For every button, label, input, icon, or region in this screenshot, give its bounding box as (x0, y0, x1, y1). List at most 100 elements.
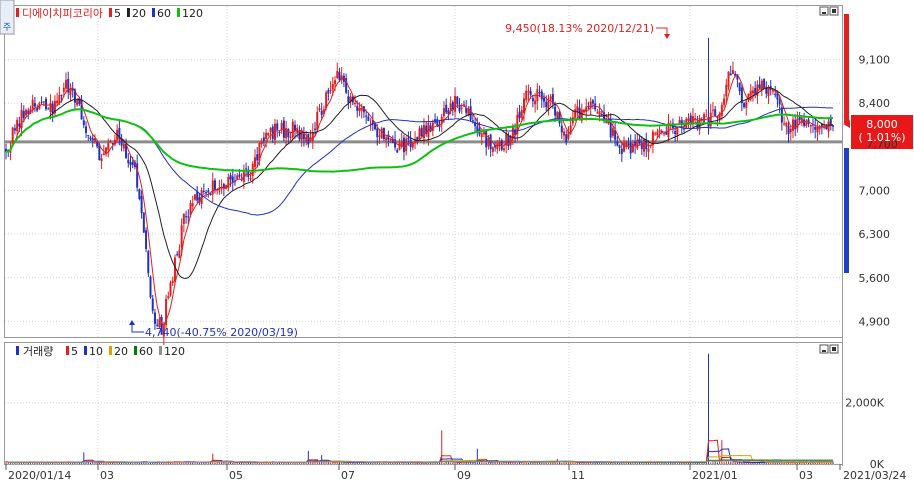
candle-body (131, 162, 134, 165)
candle-body (327, 90, 330, 94)
date-tick-label: 2021/03/24 (843, 469, 906, 481)
candle-body (663, 133, 666, 135)
candle-body (703, 114, 706, 123)
legend-swatch-20 (126, 8, 130, 17)
candle-body (791, 119, 794, 131)
candle-body (725, 84, 728, 97)
candle-body (276, 123, 279, 130)
candle-body (294, 124, 297, 131)
candle-body (407, 137, 410, 140)
legend-label-5: 5 (114, 7, 121, 20)
price-legend-swatch (16, 8, 19, 17)
candle-body (329, 89, 332, 91)
candle-body (40, 101, 43, 103)
candle-body (89, 137, 92, 140)
candle-body (256, 154, 259, 161)
candle-body (42, 101, 45, 103)
candle-body (696, 121, 699, 128)
candle-body (723, 98, 726, 106)
candle-body (102, 153, 105, 156)
candle-body (574, 109, 577, 118)
date-tick-label: 2020/01/14 (8, 469, 71, 481)
candle-body (140, 196, 143, 214)
candle-body (302, 134, 305, 140)
candle-body (356, 106, 359, 111)
candle-body (153, 312, 156, 324)
candle-body (180, 225, 183, 248)
price-tick-label: 6,300 (859, 228, 891, 241)
candle-body (27, 110, 30, 114)
candle-body (469, 106, 472, 120)
candle-body (491, 147, 494, 152)
candle-body (291, 121, 294, 138)
candle-body (751, 90, 754, 94)
price-panel-minimize-glyph (822, 12, 826, 14)
candle-body (149, 276, 152, 298)
candle-body (449, 103, 452, 111)
candle-body (278, 132, 281, 134)
candle-body (778, 99, 781, 105)
candle-body (187, 216, 190, 218)
candle-body (720, 104, 723, 117)
candle-body (378, 135, 381, 137)
candle-body (525, 90, 528, 101)
volume-panel-maximize-glyph (832, 347, 836, 351)
candle-body (596, 112, 599, 114)
candle-body (600, 114, 603, 116)
candle-body (16, 119, 19, 132)
low-annotation-text: 4,740(-40.75% 2020/03/19) (145, 326, 298, 339)
candle-body (307, 134, 310, 145)
candle-body (527, 91, 530, 93)
date-tick-label: 2021/01 (692, 469, 738, 481)
candle-body (122, 143, 125, 149)
candle-body (560, 125, 563, 133)
candle-body (647, 148, 650, 152)
candle-body (542, 97, 545, 102)
candle-body (749, 90, 752, 96)
current-price-bar-red (844, 14, 849, 123)
candle-body (731, 70, 734, 74)
candle-body (138, 189, 141, 199)
candle-body (25, 109, 28, 116)
legend-label-60: 60 (157, 7, 171, 20)
volume-panel-frame (4, 342, 843, 465)
candle-body (591, 100, 594, 104)
candle-body (458, 105, 461, 112)
candle-body (367, 116, 370, 121)
candle-body (402, 137, 405, 153)
candle-body (623, 142, 626, 152)
date-tick-label: 07 (341, 469, 355, 481)
price-tick-label: 4,900 (859, 315, 891, 328)
date-axis-labels: 2020/01/14 03 05 07 09 11 2021/01 03 2021/03/24 (5, 464, 906, 481)
legend-label-60: 60 (139, 345, 153, 358)
candle-body (454, 95, 457, 112)
legend-swatch-20 (109, 346, 112, 355)
candle-body (193, 194, 196, 200)
candle-body (309, 138, 312, 141)
candle-body (783, 123, 786, 125)
price-axis-labels: 9,100 8,400 7,000 6,300 5,600 4,900 (859, 54, 891, 329)
candle-body (727, 71, 730, 87)
candle-body (396, 150, 399, 153)
candle-body (202, 190, 205, 192)
stock-chart: 9,1008,4007,0006,3005,6004,900 2,000K0K … (0, 0, 913, 481)
candle-body (176, 254, 179, 256)
candle-body (185, 216, 188, 218)
candle-body (585, 106, 588, 113)
candle-body (385, 137, 388, 141)
candle-body (91, 138, 94, 141)
candle-body (636, 139, 639, 149)
candle-body (567, 132, 570, 139)
candle-body (442, 108, 445, 117)
candle-body (245, 168, 248, 170)
candle-body (456, 96, 459, 105)
candle-body (22, 110, 25, 118)
current-price-bar-blue (844, 148, 849, 273)
candle-body (347, 96, 350, 103)
legend-label-5: 5 (71, 345, 78, 358)
candle-body (209, 193, 212, 196)
legend-label-120: 120 (182, 7, 203, 20)
candle-body (107, 143, 110, 150)
date-tick-label: 09 (457, 469, 471, 481)
candle-body (502, 148, 505, 151)
